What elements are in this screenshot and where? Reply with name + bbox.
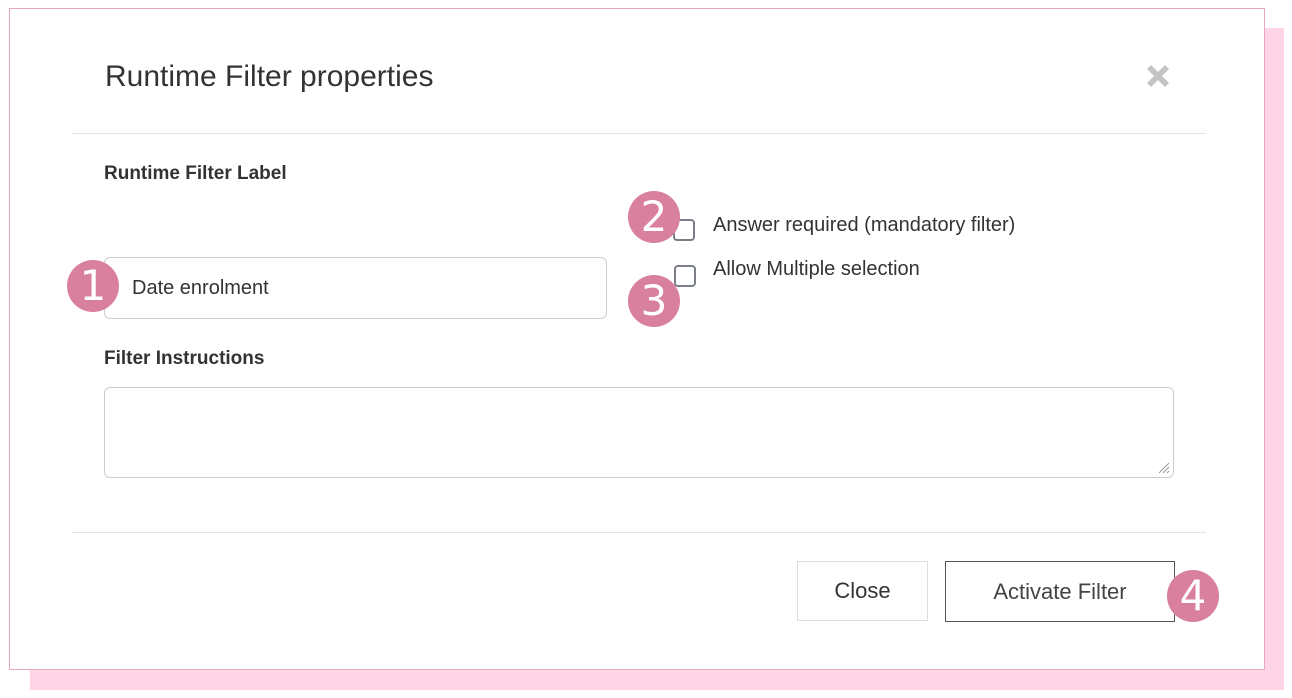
footer-divider: [72, 532, 1206, 533]
resize-grip-icon[interactable]: [1156, 460, 1170, 474]
filter-instructions-heading: Filter Instructions: [104, 348, 265, 369]
dialog-title: Runtime Filter properties: [105, 60, 434, 93]
annotation-badge-2: 2: [628, 191, 680, 243]
filter-instructions-textarea[interactable]: [104, 387, 1174, 478]
answer-required-label: Answer required (mandatory filter): [713, 214, 1016, 236]
close-button[interactable]: Close: [797, 561, 928, 621]
close-x-icon[interactable]: [1140, 58, 1176, 94]
allow-multiple-label: Allow Multiple selection: [713, 258, 920, 280]
annotation-badge-4: 4: [1167, 570, 1219, 622]
activate-filter-button[interactable]: Activate Filter: [945, 561, 1175, 622]
runtime-filter-label-heading: Runtime Filter Label: [104, 163, 287, 184]
allow-multiple-checkbox[interactable]: [674, 265, 696, 287]
annotation-badge-1: 1: [67, 260, 119, 312]
header-divider: [72, 133, 1206, 134]
annotation-badge-3: 3: [628, 275, 680, 327]
runtime-filter-label-input[interactable]: [104, 257, 607, 319]
